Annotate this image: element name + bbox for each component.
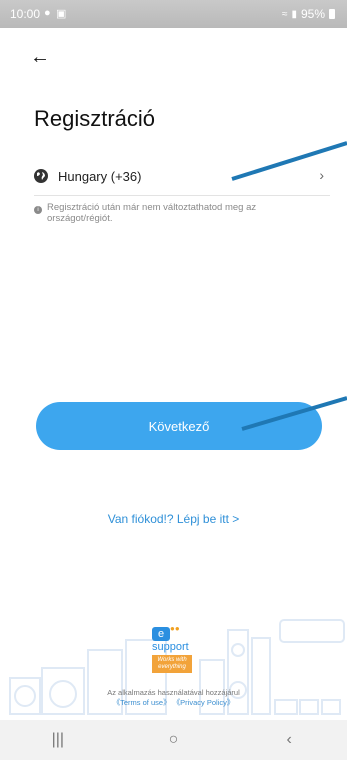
signal-icon: ▮ [291, 8, 297, 20]
region-notice: i Regisztráció után már nem változtathat… [34, 202, 314, 224]
country-label: Hungary (+36) [58, 168, 142, 184]
wifi-icon: ≈ [281, 8, 288, 20]
country-selector[interactable]: Hungary (+36) › [34, 160, 330, 192]
esupport-logo: e ●● support Works with everything [152, 624, 196, 673]
globe-icon [34, 169, 48, 183]
legal-text: Az alkalmazás használatával hozzájárul [107, 688, 240, 697]
divider [34, 195, 330, 196]
terms-link[interactable]: 《Terms of use》 [113, 698, 171, 707]
system-nav-bar: ||| ○ ‹ [0, 720, 347, 760]
gallery-icon: ▣ [56, 8, 67, 20]
recent-apps-icon[interactable]: ||| [38, 731, 78, 749]
legal-footer: Az alkalmazás használatával hozzájárul 《… [0, 688, 347, 708]
login-link[interactable]: Van fiókod!? Lépj be itt > [0, 512, 347, 526]
home-icon[interactable]: ○ [153, 731, 193, 749]
battery-icon [329, 9, 335, 19]
info-icon: i [34, 206, 42, 214]
status-right: ≈ ▮ 95% [282, 7, 335, 21]
battery-percent: 95% [300, 7, 325, 21]
page-title: Regisztráció [34, 106, 156, 131]
location-icon: ● [44, 7, 51, 19]
status-time: 10:00 [10, 7, 41, 21]
next-button[interactable]: Következő [36, 402, 322, 450]
chevron-right-icon: > [232, 512, 240, 526]
notice-text: Regisztráció után már nem változtathatod… [47, 202, 257, 224]
status-bar: 10:00 ● ▣ ≈ ▮ 95% [0, 0, 347, 28]
logo-dots: ●● [170, 624, 180, 633]
login-link-text: Van fiókod!? Lépj be itt [107, 512, 229, 526]
legal-links: 《Terms of use》 《Privacy Policy》 [0, 697, 347, 708]
chevron-right-icon: › [319, 167, 324, 183]
back-nav-icon[interactable]: ‹ [269, 731, 309, 749]
logo-tagline: Works with everything [152, 655, 192, 673]
logo-letter: e [152, 627, 170, 641]
back-arrow-icon[interactable]: ← [30, 46, 50, 69]
logo-wordmark: support [152, 641, 189, 653]
privacy-link[interactable]: 《Privacy Policy》 [173, 698, 235, 707]
